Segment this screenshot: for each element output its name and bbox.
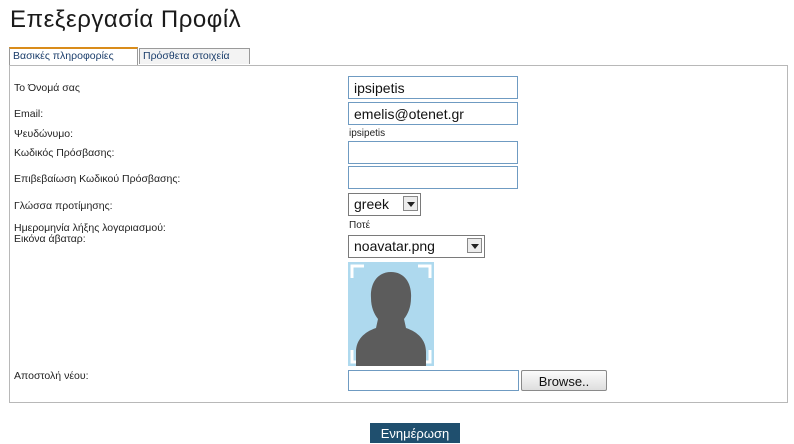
browse-button[interactable]: Browse.. (521, 370, 607, 391)
tab-additional-info[interactable]: Πρόσθετα στοιχεία (139, 48, 250, 64)
avatar-select[interactable]: noavatar.png (348, 235, 485, 258)
password-confirm-input[interactable] (348, 166, 518, 189)
expiry-value: Ποτέ (349, 220, 371, 231)
chevron-down-icon[interactable] (467, 238, 482, 253)
language-label: Γλώσσα προτίμησης: (14, 200, 113, 212)
language-select[interactable]: greek (348, 193, 421, 216)
upload-label: Αποστολή νέου: (14, 370, 89, 382)
page-title: Επεξεργασία Προφίλ (10, 6, 242, 33)
password-label: Κωδικός Πρόσβασης: (14, 147, 115, 159)
email-label: Email: (14, 108, 44, 120)
file-upload-input[interactable] (348, 370, 519, 391)
update-button[interactable]: Ενημέρωση (370, 423, 460, 443)
password-input[interactable] (348, 141, 518, 164)
nickname-label: Ψευδώνυμο: (14, 128, 74, 140)
person-silhouette-icon (348, 262, 434, 366)
email-input[interactable] (348, 102, 518, 125)
name-label: Το Όνομά σας (14, 82, 80, 94)
nickname-value: ipsipetis (349, 128, 386, 139)
password-confirm-label: Επιβεβαίωση Κωδικού Πρόσβασης: (14, 173, 181, 185)
avatar-image (348, 262, 434, 366)
avatar-select-value: noavatar.png (354, 238, 435, 254)
chevron-down-icon[interactable] (403, 196, 418, 211)
avatar-label: Εικόνα άβαταρ: (14, 233, 86, 245)
language-select-value: greek (354, 196, 390, 212)
tab-basic-info[interactable]: Βασικές πληροφορίες (9, 47, 138, 65)
name-input[interactable] (348, 76, 518, 99)
